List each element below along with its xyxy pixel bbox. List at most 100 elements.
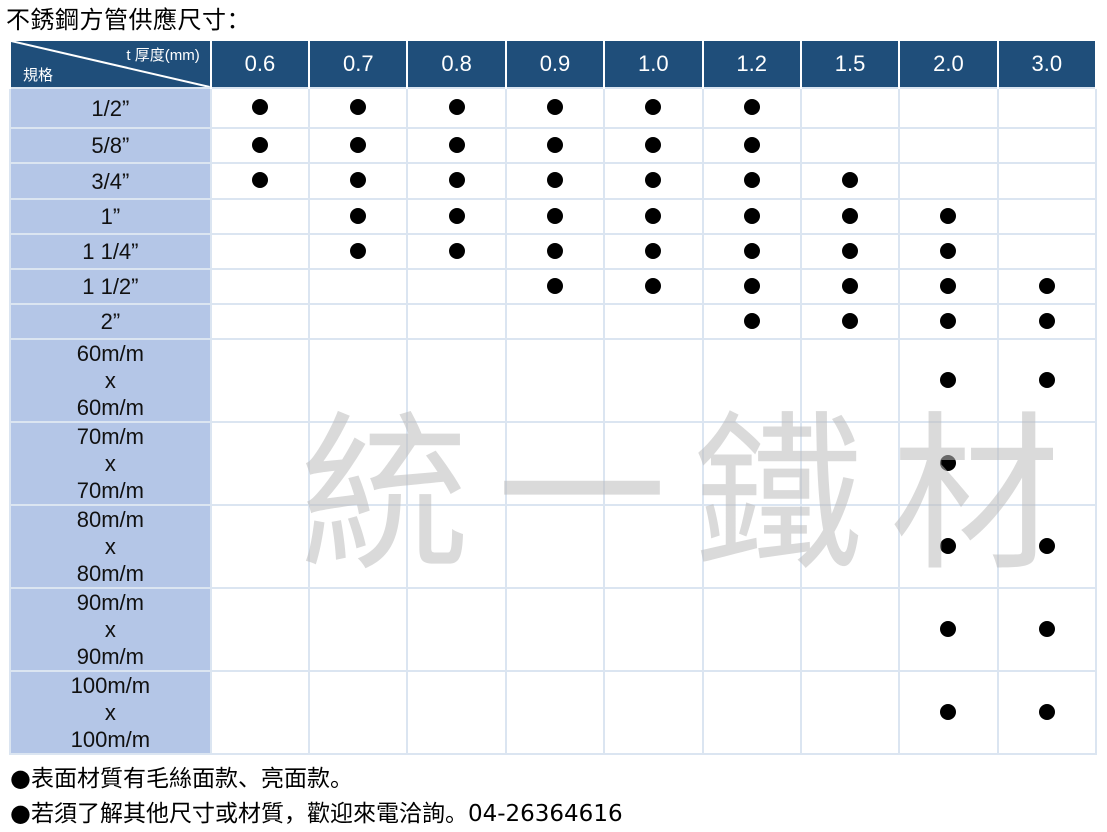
available-dot-icon [645,242,662,259]
spec-label-cell: 5/8” [9,127,212,164]
availability-cell [799,504,901,589]
availability-cell [898,127,999,164]
availability-cell [701,127,802,164]
thickness-axis-label: t 厚度(mm) [126,47,200,64]
available-dot-icon [743,242,760,259]
available-dot-icon [645,136,662,153]
spec-label-line: 90m/m [76,590,144,615]
spec-label-line: 2” [100,309,121,334]
available-dot-icon [842,172,859,188]
availability-cell [799,338,901,423]
spec-label-cell: 1 1/2” [9,268,212,305]
spec-label-line: 80m/m [76,561,144,586]
thickness-header: 0.9 [504,40,606,89]
availability-cell [898,504,999,589]
availability-cell [308,670,409,755]
availability-cell [799,587,901,672]
available-dot-icon [1038,371,1055,388]
table-row: 60m/m x 60m/m [9,338,1098,423]
availability-cell [406,670,507,755]
available-dot-icon [546,242,563,259]
availability-cell [701,162,802,200]
availability-cell [898,162,999,200]
available-dot-icon [940,537,957,554]
note-text: 若須了解其他尺寸或材質，歡迎來電洽詢。04-26364616 [30,801,623,827]
availability-cell [701,504,802,589]
available-dot-icon [743,99,760,115]
spec-label-cell: 100m/m x 100m/m [9,670,212,755]
spec-label-line: 70m/m [76,424,144,449]
availability-cell [209,587,311,672]
availability-cell [406,421,507,506]
available-dot-icon [940,703,957,720]
spec-label-line: 60m/m [76,395,144,420]
availability-cell [209,504,311,589]
spec-label-line: 90m/m [76,644,144,669]
availability-cell [504,303,606,340]
availability-cell [898,421,999,506]
available-dot-icon [842,207,859,224]
spec-label-cell: 90m/m x 90m/m [9,587,212,672]
availability-cell [504,421,606,506]
available-dot-icon [448,172,465,188]
available-dot-icon [1038,620,1055,637]
availability-cell [701,338,802,423]
available-dot-icon [940,454,957,471]
availability-cell [799,127,901,164]
available-dot-icon [1038,312,1055,329]
availability-cell [701,268,802,305]
availability-cell [603,127,704,164]
thickness-header: 0.6 [209,40,311,89]
availability-cell [209,87,311,129]
availability-cell [308,127,409,164]
availability-cell [504,338,606,423]
spec-label-line: x [104,617,116,642]
availability-cell [996,303,1098,340]
availability-cell [504,233,606,270]
availability-cell [603,233,704,270]
availability-cell [996,268,1098,305]
availability-cell [603,670,704,755]
availability-cell [603,198,704,235]
availability-cell [898,670,999,755]
available-dot-icon [448,99,465,115]
table-row: 80m/m x 80m/m [9,504,1098,589]
available-dot-icon [940,277,957,294]
spec-axis-label: 規格 [23,66,54,84]
availability-cell [996,198,1098,235]
available-dot-icon [743,207,760,224]
availability-cell [701,87,802,129]
size-availability-table: t 厚度(mm) 規格 0.6 0.7 0.8 0.9 1.0 1.2 1.5 … [9,40,1098,755]
spec-label-cell: 2” [9,303,212,340]
thickness-header: 3.0 [996,40,1098,89]
available-dot-icon [448,136,465,153]
spec-label-line: 60m/m [76,341,144,366]
spec-label-line: 100m/m [70,673,151,698]
available-dot-icon [546,277,563,294]
spec-label-cell: 1” [9,198,212,235]
availability-cell [308,587,409,672]
availability-cell [701,233,802,270]
availability-cell [996,338,1098,423]
availability-cell [504,268,606,305]
availability-cell [603,587,704,672]
availability-cell [406,127,507,164]
available-dot-icon [350,207,367,224]
availability-cell [308,421,409,506]
available-dot-icon [251,172,268,188]
available-dot-icon [546,207,563,224]
table-row: 1 1/2” [9,268,1098,305]
availability-cell [209,303,311,340]
availability-cell [209,198,311,235]
availability-cell [799,421,901,506]
availability-cell [701,587,802,672]
available-dot-icon [743,136,760,153]
table-row: 70m/m x 70m/m [9,421,1098,506]
availability-cell [603,338,704,423]
table-body: 1/2” 5/8” 3/4” 1” 1 1/4” 1 1/2” 2” 60m/m x 60m/m 7… [9,87,1098,755]
available-dot-icon [645,172,662,188]
availability-cell [504,587,606,672]
availability-cell [603,303,704,340]
thickness-header: 1.2 [701,40,802,89]
table-row: 100m/m x 100m/m [9,670,1098,755]
